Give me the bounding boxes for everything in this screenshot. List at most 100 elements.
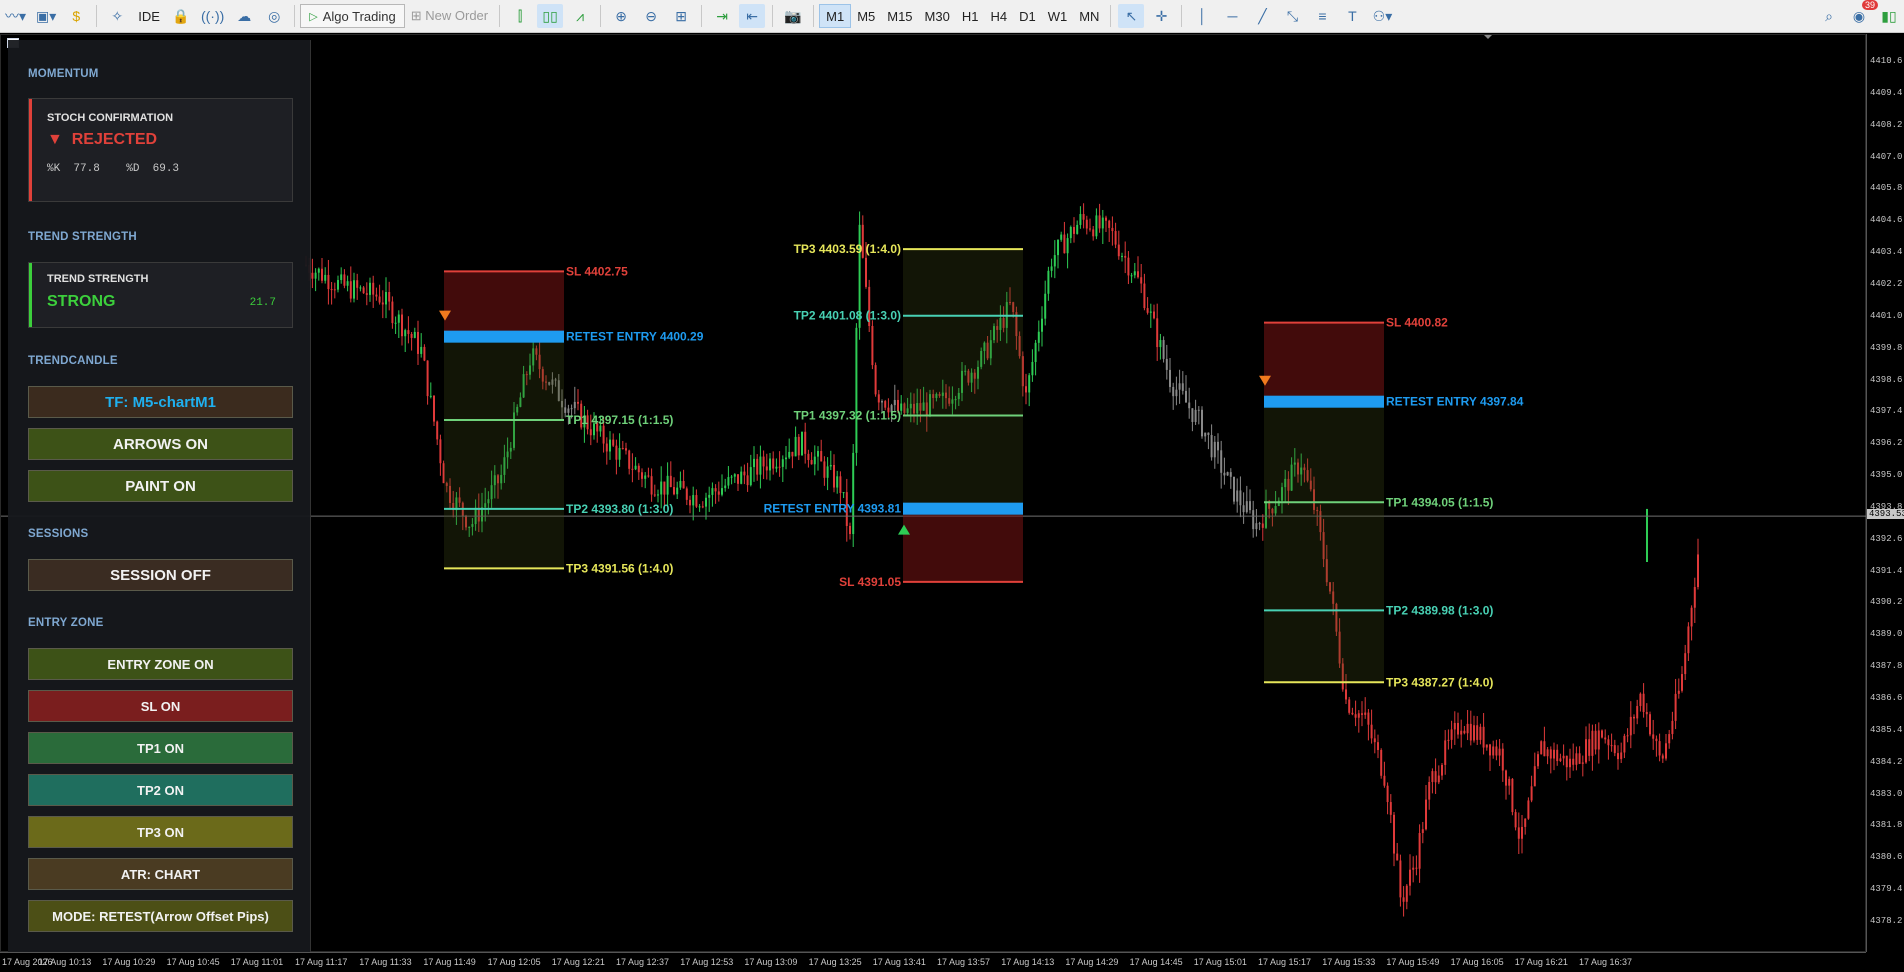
line-chart-icon[interactable]: ⩘ <box>567 4 593 28</box>
candle-body <box>884 401 887 408</box>
trend-strength-card: TREND STRENGTH STRONG 21.7 <box>28 262 293 328</box>
atr-toggle-button[interactable]: ATR: CHART <box>28 858 293 890</box>
candle-body <box>1159 340 1162 348</box>
stoch-status-text: REJECTED <box>71 131 158 148</box>
candle-body <box>836 476 839 488</box>
timeframe-m1[interactable]: M1 <box>819 4 852 28</box>
lock-icon[interactable]: 🔒 <box>168 4 194 28</box>
drawing-tools-icon[interactable]: ⤡ <box>1279 4 1305 28</box>
candle-body <box>1351 712 1354 715</box>
signal-strength-icon[interactable]: ▮▯ <box>1876 4 1902 28</box>
candle-body <box>401 314 403 337</box>
sl-label: SL 4391.05 <box>839 575 901 589</box>
price-axis[interactable]: 4410.6 4409.4 4408.2 4407.0 4405.8 4404.6 4403… <box>1866 34 1904 952</box>
bar-chart-icon[interactable]: ⫿ <box>507 4 533 28</box>
candle-body <box>327 274 330 290</box>
candle-body <box>833 465 835 488</box>
candle-body <box>1399 860 1402 898</box>
d-label: %D <box>126 163 140 175</box>
toolbar-separator <box>701 5 703 27</box>
candle-body <box>1380 749 1383 776</box>
search-icon[interactable]: ⌕ <box>1816 4 1842 28</box>
arrows-toggle-button[interactable]: ARROWS ON <box>28 428 293 460</box>
timeframe-w1[interactable]: W1 <box>1042 4 1074 28</box>
notifications-icon[interactable]: ◉ 39 <box>1846 0 1878 28</box>
candle-body <box>349 281 352 299</box>
candle-body <box>772 458 775 469</box>
timeframe-mn[interactable]: MN <box>1073 4 1105 28</box>
candle-body <box>817 451 819 457</box>
candle-body <box>1556 749 1559 762</box>
auto-scroll-icon[interactable]: ⇥ <box>709 4 735 28</box>
chart-shift-icon[interactable]: ⇤ <box>739 4 766 28</box>
entry-label: RETEST ENTRY 4397.84 <box>1386 395 1524 409</box>
new-order-button[interactable]: ⊞ New Order <box>405 8 494 24</box>
candle-body <box>753 458 755 468</box>
paint-toggle-button[interactable]: PAINT ON <box>28 470 293 502</box>
candle-body <box>1485 744 1488 748</box>
vertical-line-icon[interactable]: │ <box>1189 4 1215 28</box>
timeframe-m30[interactable]: M30 <box>919 4 956 28</box>
shapes-icon[interactable]: ⚇▾ <box>1369 4 1395 28</box>
candle-body <box>1140 277 1143 284</box>
entry-zone-toggle-button[interactable]: ENTRY ZONE ON <box>28 648 293 680</box>
timeframe-button[interactable]: TF: M5-chartM1 <box>28 386 293 418</box>
time-axis[interactable]: 17 Aug 2026 17 Aug 10:13 17 Aug 10:29 17 Au… <box>0 952 1866 972</box>
candle-body <box>797 436 800 456</box>
candle-body <box>397 314 400 323</box>
cursor-icon[interactable]: ↖ <box>1118 4 1145 28</box>
mode-toggle-button[interactable]: MODE: RETEST(Arrow Offset Pips) <box>28 900 293 932</box>
price-tick: 4380.6 <box>1870 852 1903 863</box>
zoom-out-icon[interactable]: ⊖ <box>638 4 664 28</box>
channel-icon[interactable]: ≡ <box>1309 4 1335 28</box>
candle-body <box>1162 340 1165 359</box>
horizontal-line-icon[interactable]: ─ <box>1219 4 1245 28</box>
trendline-icon[interactable]: ╱ <box>1249 4 1275 28</box>
candle-body <box>1178 383 1181 390</box>
candle-body <box>1623 735 1626 753</box>
tp2-toggle-button[interactable]: TP2 ON <box>28 774 293 806</box>
candle-body <box>314 272 317 279</box>
cloud-icon[interactable]: ☁ <box>231 4 257 28</box>
tp1-toggle-button[interactable]: TP1 ON <box>28 732 293 764</box>
candle-body <box>1092 229 1095 237</box>
candle-body <box>1383 775 1386 786</box>
candle-body <box>881 401 883 403</box>
candle-body <box>1069 227 1072 239</box>
session-toggle-button[interactable]: SESSION OFF <box>28 559 293 591</box>
vps-icon[interactable]: ◎ <box>261 4 287 28</box>
price-tick: 4404.6 <box>1870 215 1903 226</box>
candlestick-icon[interactable]: ▯▯ <box>537 4 564 28</box>
algo-trading-button[interactable]: ▷ Algo Trading <box>300 4 405 28</box>
candle-body <box>1604 737 1607 740</box>
timeframe-d1[interactable]: D1 <box>1013 4 1042 28</box>
tile-windows-icon[interactable]: ⊞ <box>668 4 694 28</box>
timeframe-m15[interactable]: M15 <box>881 4 918 28</box>
zoom-in-icon[interactable]: ⊕ <box>608 4 634 28</box>
ide-button[interactable]: IDE <box>132 9 166 24</box>
candle-body <box>1095 215 1098 237</box>
sl-toggle-button[interactable]: SL ON <box>28 690 293 722</box>
crosshair-icon[interactable]: ✛ <box>1148 4 1174 28</box>
candle-body <box>1181 383 1184 391</box>
screenshot-icon[interactable]: 📷 <box>780 4 806 28</box>
candle-body <box>762 456 765 467</box>
candle-body <box>1031 361 1034 376</box>
signals-icon[interactable]: ✧ <box>104 4 130 28</box>
timeframe-h4[interactable]: H4 <box>984 4 1013 28</box>
timeframe-h1[interactable]: H1 <box>956 4 985 28</box>
tp1-label: TP1 4397.32 (1:1.5) <box>794 408 901 422</box>
text-icon[interactable]: T <box>1339 4 1365 28</box>
time-tick: 17 Aug 10:29 <box>102 957 156 967</box>
chart-templates-icon[interactable]: ▣▾ <box>33 4 59 28</box>
market-icon[interactable]: $ <box>63 4 89 28</box>
candle-body <box>1169 369 1171 387</box>
candle-body <box>1437 775 1440 783</box>
tp3-toggle-button[interactable]: TP3 ON <box>28 816 293 848</box>
candle-body <box>353 280 355 299</box>
chart-type-icon[interactable]: 〰▾ <box>2 4 29 28</box>
radio-icon[interactable]: ((·)) <box>198 4 227 28</box>
timeframe-m5[interactable]: M5 <box>851 4 881 28</box>
candle-body <box>343 274 346 286</box>
candle-body <box>1575 753 1578 765</box>
